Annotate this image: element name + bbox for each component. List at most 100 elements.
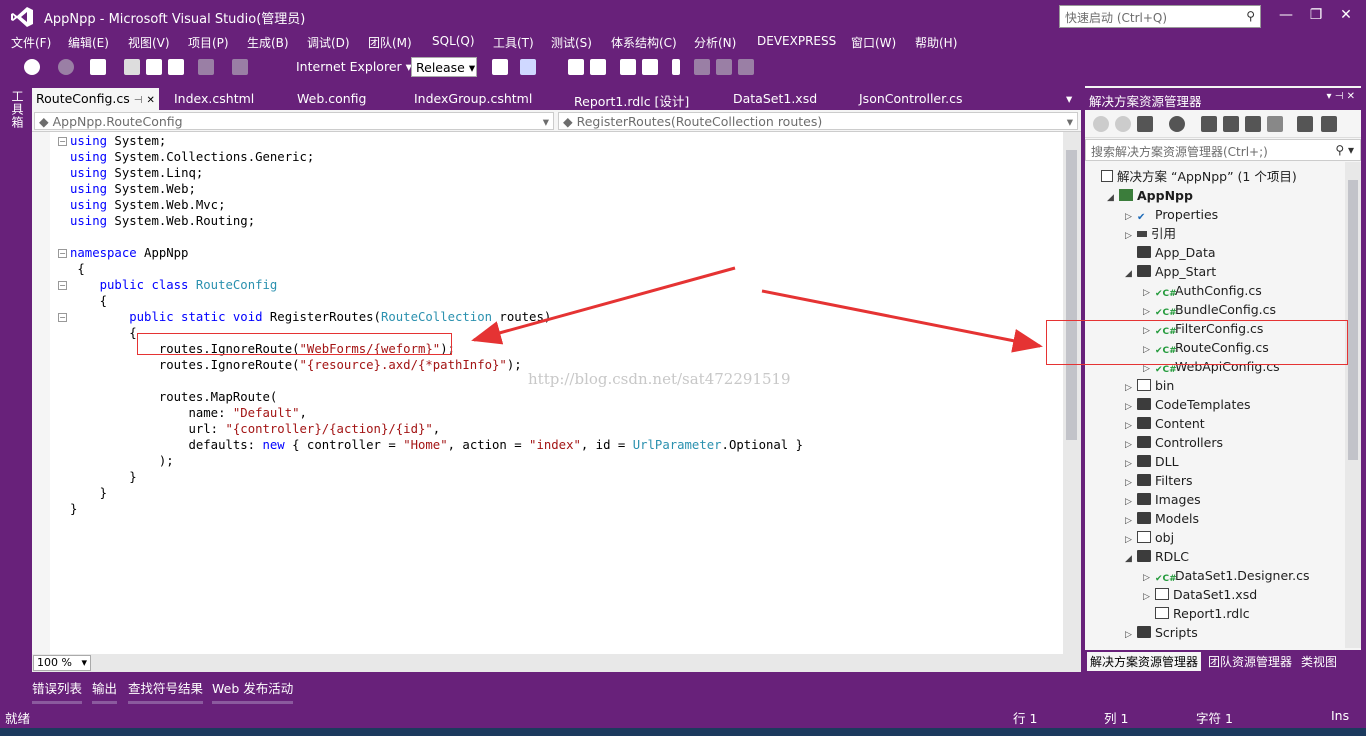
- tool-icon[interactable]: [568, 59, 584, 75]
- menu-help[interactable]: 帮助(H): [915, 34, 957, 51]
- tree-item[interactable]: 解决方案 “AppNpp” (1 个项目): [1089, 167, 1297, 186]
- tree-item[interactable]: ▷ Controllers: [1125, 433, 1223, 452]
- collapse-all-icon[interactable]: [1245, 116, 1261, 132]
- configuration-dropdown[interactable]: Release ▾: [411, 57, 477, 77]
- tree-item[interactable]: ◢ RDLC: [1125, 547, 1189, 566]
- tab-overflow-icon[interactable]: ▾: [1062, 88, 1076, 110]
- tree-item[interactable]: ◢ App_Start: [1125, 262, 1216, 281]
- menu-team[interactable]: 团队(M): [368, 34, 412, 51]
- fold-toggle-icon[interactable]: −: [58, 313, 67, 322]
- expand-arrow-icon[interactable]: ◢: [1107, 189, 1119, 208]
- back-icon[interactable]: [1093, 116, 1109, 132]
- view-code-icon[interactable]: [1297, 116, 1313, 132]
- menu-file[interactable]: 文件(F): [11, 34, 51, 51]
- tree-item[interactable]: ▷ DataSet1.xsd: [1143, 585, 1257, 604]
- bookmark-disable-icon[interactable]: [738, 59, 754, 75]
- undo-icon[interactable]: [198, 59, 214, 75]
- tree-item[interactable]: ▷ Models: [1125, 509, 1199, 528]
- menu-build[interactable]: 生成(B): [247, 34, 289, 51]
- tree-item[interactable]: ▷ Filters: [1125, 471, 1192, 490]
- expand-arrow-icon[interactable]: ◢: [1125, 265, 1137, 284]
- tree-item[interactable]: ◢ AppNpp: [1107, 186, 1193, 205]
- tab-class-view[interactable]: 类视图: [1298, 652, 1340, 671]
- pin-icon[interactable]: ⊣: [134, 95, 143, 106]
- properties-wrench-icon[interactable]: [1321, 116, 1337, 132]
- sync-icon[interactable]: [1201, 116, 1217, 132]
- bookmark-toggle-icon[interactable]: [716, 59, 732, 75]
- refresh-icon[interactable]: [1223, 116, 1239, 132]
- tab-find-symbol-results[interactable]: 查找符号结果: [128, 678, 204, 704]
- save-icon[interactable]: [146, 59, 162, 75]
- panel-controls-icon[interactable]: ▾ ⊣ ✕: [1327, 91, 1355, 102]
- tree-item[interactable]: ▷ DLL: [1125, 452, 1179, 471]
- menu-window[interactable]: 窗口(W): [851, 34, 896, 51]
- screen-icon[interactable]: [520, 59, 536, 75]
- tree-item[interactable]: ▷ ✔C#BundleConfig.cs: [1143, 300, 1276, 319]
- menu-edit[interactable]: 编辑(E): [68, 34, 109, 51]
- fold-toggle-icon[interactable]: −: [58, 137, 67, 146]
- show-all-files-icon[interactable]: [1267, 116, 1283, 132]
- tree-item[interactable]: ▷ ✔C#DataSet1.Designer.cs: [1143, 566, 1310, 585]
- menu-debug[interactable]: 调试(D): [307, 34, 350, 51]
- editor-scroll-thumb[interactable]: [1066, 150, 1077, 440]
- tree-item[interactable]: ▷ Content: [1125, 414, 1205, 433]
- quick-launch-input[interactable]: 快速启动 (Ctrl+Q) ⚲: [1059, 5, 1261, 28]
- tab-jsoncontroller[interactable]: JsonController.cs: [855, 88, 966, 110]
- tab-team-explorer[interactable]: 团队资源管理器: [1205, 652, 1295, 671]
- member-dropdown[interactable]: ◆ RegisterRoutes(RouteCollection routes)…: [558, 112, 1078, 130]
- tree-item[interactable]: ▷ ✔ Properties: [1125, 205, 1218, 224]
- tree-item[interactable]: ▷ Scripts: [1125, 623, 1198, 642]
- tab-web-publish[interactable]: Web 发布活动: [212, 678, 294, 704]
- tab-web-config[interactable]: Web.config: [293, 88, 370, 110]
- tab-solution-explorer[interactable]: 解决方案资源管理器: [1087, 652, 1202, 671]
- tree-item[interactable]: ▷ CodeTemplates: [1125, 395, 1251, 414]
- tab-dataset-xsd[interactable]: DataSet1.xsd: [729, 88, 821, 110]
- bookmark-prev-icon[interactable]: [620, 59, 636, 75]
- minimize-button[interactable]: —: [1272, 4, 1300, 26]
- tree-item[interactable]: ▷ obj: [1125, 528, 1174, 547]
- save-all-icon[interactable]: [168, 59, 184, 75]
- menu-devexpress[interactable]: DEVEXPRESS: [757, 34, 836, 48]
- forward-icon[interactable]: [1115, 116, 1131, 132]
- expand-arrow-icon[interactable]: ▷: [1125, 626, 1137, 645]
- bookmark-clear-icon[interactable]: [694, 59, 710, 75]
- history-icon[interactable]: [1169, 116, 1185, 132]
- comment-icon[interactable]: [590, 59, 606, 75]
- fold-toggle-icon[interactable]: −: [58, 249, 67, 258]
- tree-item[interactable]: ▷ 引用: [1125, 224, 1176, 243]
- close-button[interactable]: ✕: [1332, 4, 1360, 26]
- menu-test[interactable]: 测试(S): [551, 34, 592, 51]
- class-dropdown[interactable]: ◆ AppNpp.RouteConfig ▾: [34, 112, 554, 130]
- tab-routeconfig[interactable]: RouteConfig.cs ⊣ ✕: [32, 88, 159, 110]
- restore-button[interactable]: ❐: [1302, 4, 1330, 26]
- expand-arrow-icon[interactable]: ◢: [1125, 550, 1137, 569]
- find-icon[interactable]: [492, 59, 508, 75]
- open-file-icon[interactable]: [124, 59, 140, 75]
- solution-tree-scroll-thumb[interactable]: [1348, 180, 1358, 460]
- tab-index-cshtml[interactable]: Index.cshtml: [170, 88, 258, 110]
- menu-view[interactable]: 视图(V): [128, 34, 170, 51]
- tab-error-list[interactable]: 错误列表: [32, 678, 83, 704]
- editor-horizontal-scrollbar[interactable]: [32, 654, 1081, 672]
- tree-item[interactable]: ▷ Images: [1125, 490, 1201, 509]
- tab-output[interactable]: 输出: [92, 678, 118, 704]
- toolbox-tab[interactable]: 工具箱: [9, 90, 26, 129]
- tree-item[interactable]: ▷ ✔C#AuthConfig.cs: [1143, 281, 1262, 300]
- menu-tools[interactable]: 工具(T): [493, 34, 534, 51]
- menu-project[interactable]: 项目(P): [188, 34, 229, 51]
- home-icon[interactable]: [1137, 116, 1153, 132]
- tab-indexgroup[interactable]: IndexGroup.cshtml: [410, 88, 536, 110]
- forward-icon[interactable]: [58, 59, 74, 75]
- tree-item[interactable]: App_Data: [1125, 243, 1216, 262]
- bookmark-next-icon[interactable]: [642, 59, 658, 75]
- tree-item[interactable]: ▷ bin: [1125, 376, 1174, 395]
- bookmark-icon[interactable]: [672, 59, 680, 75]
- redo-icon[interactable]: [232, 59, 248, 75]
- fold-toggle-icon[interactable]: −: [58, 281, 67, 290]
- browser-target-dropdown[interactable]: Internet Explorer ▾: [296, 59, 412, 74]
- close-tab-icon[interactable]: ✕: [146, 95, 154, 106]
- tree-item[interactable]: Report1.rdlc: [1143, 604, 1250, 623]
- solution-search-input[interactable]: 搜索解决方案资源管理器(Ctrl+;) ⚲ ▾: [1085, 139, 1361, 161]
- tab-report-design[interactable]: Report1.rdlc [设计]: [570, 88, 693, 110]
- menu-sql[interactable]: SQL(Q): [432, 34, 475, 48]
